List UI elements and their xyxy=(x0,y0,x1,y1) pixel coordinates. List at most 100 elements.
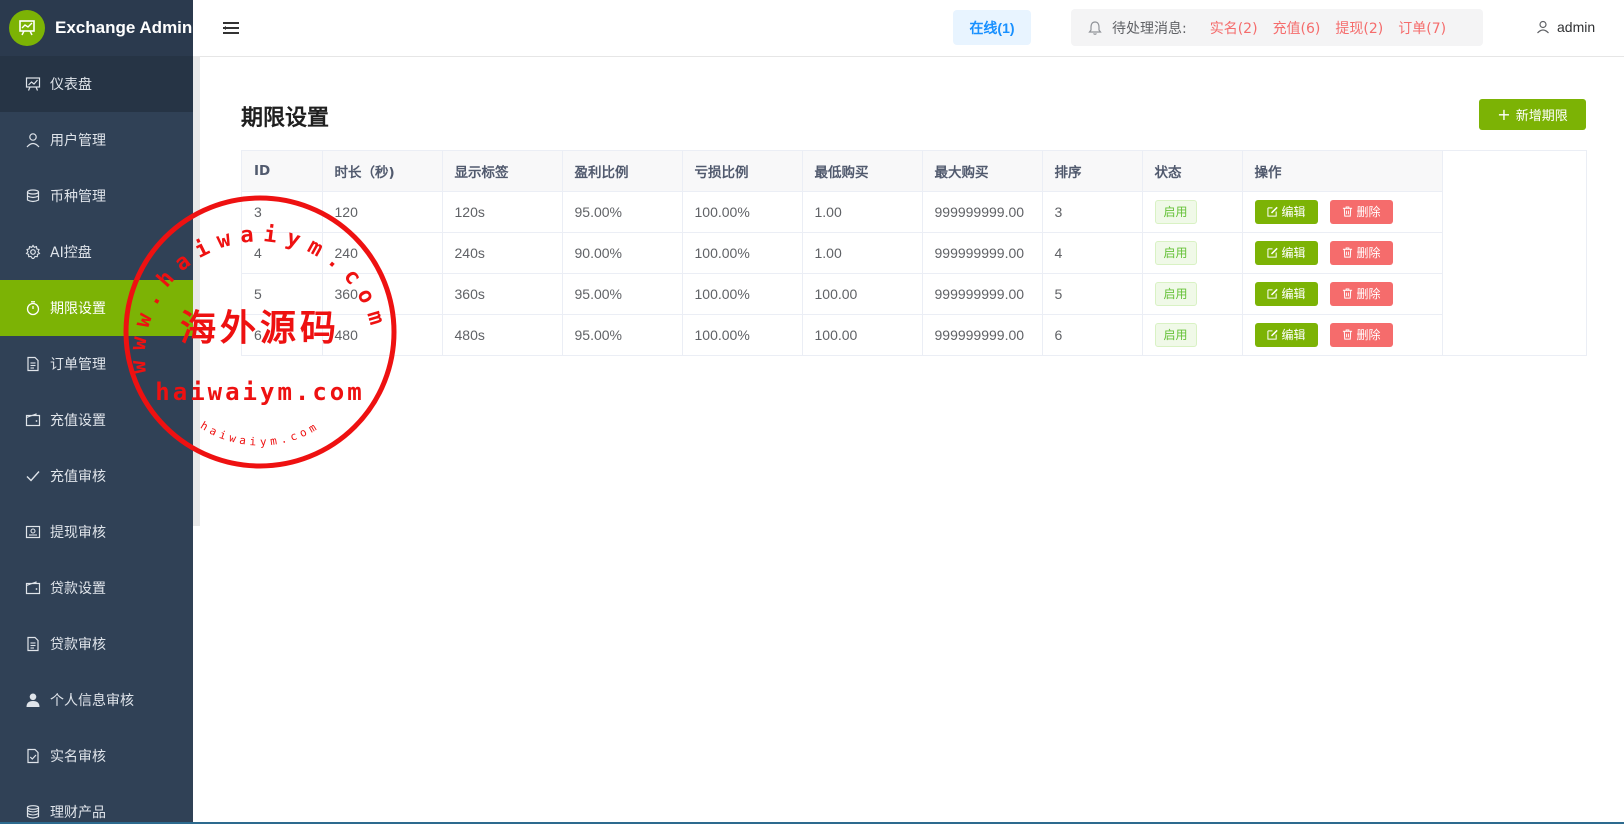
gear-icon xyxy=(25,244,41,260)
delete-button[interactable]: 删除 xyxy=(1329,322,1393,347)
status-badge: 启用 xyxy=(1154,240,1197,265)
edit-button[interactable]: 编辑 xyxy=(1254,199,1318,224)
pending-messages-bar: 待处理消息: 实名(2) 充值(6) 提现(2) 订单(7) xyxy=(1071,9,1483,46)
stopwatch-icon xyxy=(25,300,41,316)
pending-withdraw-link[interactable]: 提现(2) xyxy=(1335,18,1383,38)
table-row: 5 360 360s 95.00% 100.00% 100.00 999999999.00 5… xyxy=(242,273,1443,315)
edit-button[interactable]: 编辑 xyxy=(1254,240,1318,265)
cell-actions: 编辑 删除 xyxy=(1242,191,1443,233)
sidebar-item-label: 实名审核 xyxy=(50,749,106,765)
watermark-small-text: haiwaiym.com xyxy=(198,419,318,449)
sidebar-item-12[interactable]: 个人信息审核 xyxy=(0,672,193,728)
svg-text:www.haiwaiym.com: www.haiwaiym.com xyxy=(126,222,392,374)
status-badge: 启用 xyxy=(1154,322,1197,347)
table-row: 6 480 480s 95.00% 100.00% 100.00 999999999.00 6… xyxy=(242,314,1443,355)
cell-profit: 95.00% xyxy=(562,314,683,355)
edit-icon xyxy=(1266,247,1282,258)
cell-max: 999999999.00 xyxy=(922,232,1043,274)
cell-status: 启用 xyxy=(1142,314,1243,355)
sidebar-item-10[interactable]: 贷款设置 xyxy=(0,560,193,616)
sidebar-item-9[interactable]: 提现审核 xyxy=(0,504,193,560)
cell-label: 360s xyxy=(442,273,563,315)
trash-icon xyxy=(1342,247,1357,258)
table-row: 3 120 120s 95.00% 100.00% 1.00 999999999.00 3 启用… xyxy=(242,191,1443,233)
wallet-icon xyxy=(25,580,41,596)
sidebar-item-1[interactable]: 仪表盘 xyxy=(0,56,193,112)
edit-label: 编辑 xyxy=(1281,246,1306,260)
online-count-badge[interactable]: 在线(1) xyxy=(953,10,1031,45)
edit-icon xyxy=(1266,288,1282,299)
pending-recharge-link[interactable]: 充值(6) xyxy=(1273,18,1321,38)
sidebar-item-label: 贷款审核 xyxy=(50,637,106,653)
svg-text:haiwaiym.com: haiwaiym.com xyxy=(198,419,322,449)
sidebar-item-label: 充值审核 xyxy=(50,469,106,485)
sidebar-item-label: 订单管理 xyxy=(50,357,106,373)
sidebar-item-11[interactable]: 贷款审核 xyxy=(0,616,193,672)
cell-min: 100.00 xyxy=(802,314,923,355)
add-period-label: 新增期限 xyxy=(1515,109,1568,124)
column-header: 亏损比例 xyxy=(682,151,803,192)
pending-order-link[interactable]: 订单(7) xyxy=(1398,18,1446,38)
user-icon xyxy=(1537,20,1549,34)
user-menu[interactable]: admin xyxy=(1536,19,1595,35)
sidebar-item-label: 提现审核 xyxy=(50,525,106,541)
cell-min: 100.00 xyxy=(802,273,923,315)
column-header: 盈利比例 xyxy=(562,151,683,192)
hamburger-icon[interactable] xyxy=(222,19,240,37)
delete-button[interactable]: 删除 xyxy=(1329,240,1393,265)
delete-button[interactable]: 删除 xyxy=(1329,199,1393,224)
cell-max: 999999999.00 xyxy=(922,191,1043,233)
brand: Exchange Admin xyxy=(0,0,193,56)
status-badge: 启用 xyxy=(1154,199,1197,224)
cell-profit: 90.00% xyxy=(562,232,683,274)
cell-label: 480s xyxy=(442,314,563,355)
top-header: 在线(1) 待处理消息: 实名(2) 充值(6) 提现(2) 订单(7) adm… xyxy=(200,0,1624,57)
edit-button[interactable]: 编辑 xyxy=(1254,281,1318,306)
sidebar-item-14[interactable]: 理财产品 xyxy=(0,784,193,824)
column-header: 时长（秒) xyxy=(322,151,443,192)
watermark-top-text: www.haiwaiym.com xyxy=(126,222,383,374)
column-header: ID xyxy=(242,151,323,192)
wallet-icon xyxy=(25,412,41,428)
watermark-bottom-text: haiwaiym.com xyxy=(155,378,364,406)
status-badge: 启用 xyxy=(1154,281,1197,306)
sidebar-item-label: 期限设置 xyxy=(50,301,106,317)
cell-actions: 编辑 删除 xyxy=(1242,314,1443,355)
delete-label: 删除 xyxy=(1356,246,1381,260)
pending-realname-link[interactable]: 实名(2) xyxy=(1210,18,1258,38)
plus-icon: + xyxy=(1497,104,1511,124)
add-period-button[interactable]: + 新增期限 xyxy=(1479,99,1586,130)
cell-loss: 100.00% xyxy=(682,191,803,233)
logo-icon xyxy=(9,10,45,46)
sidebar-item-13[interactable]: 实名审核 xyxy=(0,728,193,784)
sidebar-item-label: 用户管理 xyxy=(50,133,106,149)
sidebar-item-label: 充值设置 xyxy=(50,413,106,429)
edit-button[interactable]: 编辑 xyxy=(1254,322,1318,347)
column-header: 最低购买 xyxy=(802,151,923,192)
sidebar-item-label: 币种管理 xyxy=(50,189,106,205)
cell-loss: 100.00% xyxy=(682,232,803,274)
cell-sort: 5 xyxy=(1042,273,1143,315)
sidebar-item-label: 理财产品 xyxy=(50,805,106,821)
sidebar-item-2[interactable]: 用户管理 xyxy=(0,112,193,168)
cell-loss: 100.00% xyxy=(682,314,803,355)
cell-sort: 6 xyxy=(1042,314,1143,355)
cell-min: 1.00 xyxy=(802,191,923,233)
cell-label: 240s xyxy=(442,232,563,274)
cell-sort: 3 xyxy=(1042,191,1143,233)
username: admin xyxy=(1557,19,1596,35)
pending-label: 待处理消息: xyxy=(1112,20,1187,37)
cell-actions: 编辑 删除 xyxy=(1242,273,1443,315)
delete-button[interactable]: 删除 xyxy=(1329,281,1393,306)
database-icon xyxy=(25,188,41,204)
cell-label: 120s xyxy=(442,191,563,233)
table-header-row: ID 时长（秒) 显示标签 盈利比例 亏损比例 最低购买 最大购买 排序 状态 操作 xyxy=(242,151,1443,192)
app-title: Exchange Admin xyxy=(55,18,193,37)
trash-icon xyxy=(1342,206,1357,217)
cell-min: 1.00 xyxy=(802,232,923,274)
edit-icon xyxy=(1266,329,1282,340)
chart-board-icon xyxy=(25,76,41,92)
delete-label: 删除 xyxy=(1356,287,1381,301)
cell-status: 启用 xyxy=(1142,273,1243,315)
cell-max: 999999999.00 xyxy=(922,314,1043,355)
